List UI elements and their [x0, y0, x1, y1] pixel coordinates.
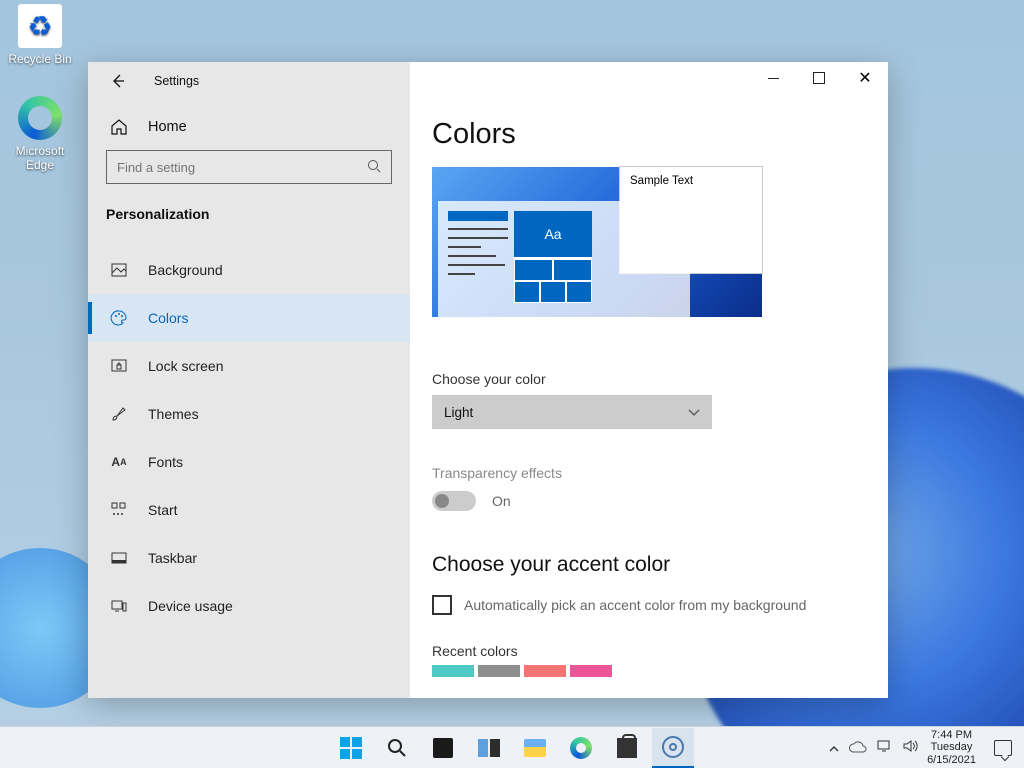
search-box[interactable] [106, 150, 392, 184]
color-mode-select[interactable]: Light [432, 395, 712, 429]
taskbar-icon [110, 549, 128, 567]
desktop-icon-recycle-bin[interactable]: ♻ Recycle Bin [2, 4, 78, 66]
nav-item-background[interactable]: Background [88, 246, 410, 294]
home-icon [110, 118, 128, 136]
brush-icon [110, 405, 128, 423]
recycle-bin-icon: ♻ [18, 4, 62, 48]
nav-label: Device usage [148, 598, 233, 614]
desktop-icon-label: Recycle Bin [2, 52, 78, 66]
palette-icon [110, 309, 128, 327]
auto-accent-label: Automatically pick an accent color from … [464, 597, 806, 613]
system-tray: 7:44 PM Tuesday 6/15/2021 [829, 727, 1018, 768]
file-explorer-icon [524, 739, 546, 757]
nav-item-taskbar[interactable]: Taskbar [88, 534, 410, 582]
preview-tiles: Aa [514, 211, 592, 303]
volume-icon[interactable] [903, 739, 919, 756]
clock-day: Tuesday [927, 741, 976, 754]
taskbar-explorer[interactable] [514, 728, 556, 768]
recent-colors-label: Recent colors [432, 643, 866, 659]
nav-label: Colors [148, 310, 188, 326]
windows-logo-icon [340, 737, 362, 759]
clock-time: 7:44 PM [927, 729, 976, 742]
home-label: Home [148, 119, 187, 135]
device-icon [110, 597, 128, 615]
search-icon [387, 738, 407, 758]
auto-accent-checkbox[interactable] [432, 595, 452, 615]
settings-content: ✕ Colors Sample Text Aa Choose your colo… [410, 62, 888, 698]
edge-icon [570, 737, 592, 759]
nav-label: Start [148, 502, 178, 518]
search-input[interactable] [117, 160, 355, 175]
accent-heading: Choose your accent color [432, 553, 866, 577]
edge-icon [18, 96, 62, 140]
maximize-button[interactable] [796, 62, 842, 94]
home-button[interactable]: Home [88, 100, 410, 150]
window-controls: ✕ [750, 62, 888, 94]
nav-item-device-usage[interactable]: Device usage [88, 582, 410, 630]
nav-item-start[interactable]: Start [88, 486, 410, 534]
search-icon [367, 159, 381, 176]
picture-icon [110, 261, 128, 279]
nav-label: Taskbar [148, 550, 197, 566]
taskbar-task-view[interactable] [468, 728, 510, 768]
taskbar-search[interactable] [376, 728, 418, 768]
toggle-state: On [492, 493, 511, 509]
transparency-toggle[interactable] [432, 491, 476, 511]
chevron-down-icon [688, 405, 700, 420]
nav-item-themes[interactable]: Themes [88, 390, 410, 438]
sample-text: Sample Text [630, 175, 693, 187]
taskbar-store[interactable] [606, 728, 648, 768]
nav-item-lock-screen[interactable]: Lock screen [88, 342, 410, 390]
section-title: Personalization [88, 196, 410, 246]
color-swatch[interactable] [524, 665, 566, 677]
color-swatch[interactable] [570, 665, 612, 677]
preview-tile-label: Aa [514, 211, 592, 259]
app-name: Settings [154, 74, 199, 88]
desktop-icon-label: Microsoft Edge [2, 144, 78, 172]
taskbar-center [330, 728, 694, 768]
clock-date: 6/15/2021 [927, 754, 976, 767]
transparency-label: Transparency effects [432, 465, 866, 481]
taskbar-clock[interactable]: 7:44 PM Tuesday 6/15/2021 [927, 729, 976, 767]
preview-lines [448, 211, 508, 307]
grid-icon [110, 501, 128, 519]
lock-screen-icon [110, 357, 128, 375]
select-value: Light [444, 405, 473, 420]
nav-label: Lock screen [148, 358, 223, 374]
start-button[interactable] [330, 728, 372, 768]
settings-sidebar: Settings Home Personalization Background… [88, 62, 410, 698]
font-icon: AA [110, 453, 128, 471]
titlebar: Settings [88, 62, 410, 100]
preview-start-panel: Aa [438, 201, 690, 317]
back-button[interactable] [110, 73, 126, 89]
widgets-icon [433, 738, 453, 758]
choose-color-label: Choose your color [432, 371, 866, 387]
gear-icon [662, 736, 684, 758]
store-icon [617, 738, 637, 758]
settings-window: Settings Home Personalization Background… [88, 62, 888, 698]
color-swatch[interactable] [478, 665, 520, 677]
color-preview: Sample Text Aa [432, 167, 762, 317]
nav-label: Fonts [148, 454, 183, 470]
minimize-button[interactable] [750, 62, 796, 94]
task-view-icon [478, 739, 500, 757]
taskbar-settings[interactable] [652, 728, 694, 768]
nav-item-colors[interactable]: Colors [88, 294, 410, 342]
notifications-button[interactable] [994, 740, 1012, 756]
tray-overflow[interactable] [829, 740, 839, 756]
color-swatch[interactable] [432, 665, 474, 677]
network-icon[interactable] [877, 739, 893, 756]
nav-label: Themes [148, 406, 199, 422]
onedrive-icon[interactable] [849, 740, 867, 756]
taskbar: 7:44 PM Tuesday 6/15/2021 [0, 726, 1024, 768]
nav-label: Background [148, 262, 223, 278]
close-button[interactable]: ✕ [842, 62, 888, 94]
taskbar-edge[interactable] [560, 728, 602, 768]
desktop-icon-edge[interactable]: Microsoft Edge [2, 96, 78, 172]
taskbar-widgets[interactable] [422, 728, 464, 768]
nav-item-fonts[interactable]: AA Fonts [88, 438, 410, 486]
recent-colors-row [432, 665, 866, 677]
